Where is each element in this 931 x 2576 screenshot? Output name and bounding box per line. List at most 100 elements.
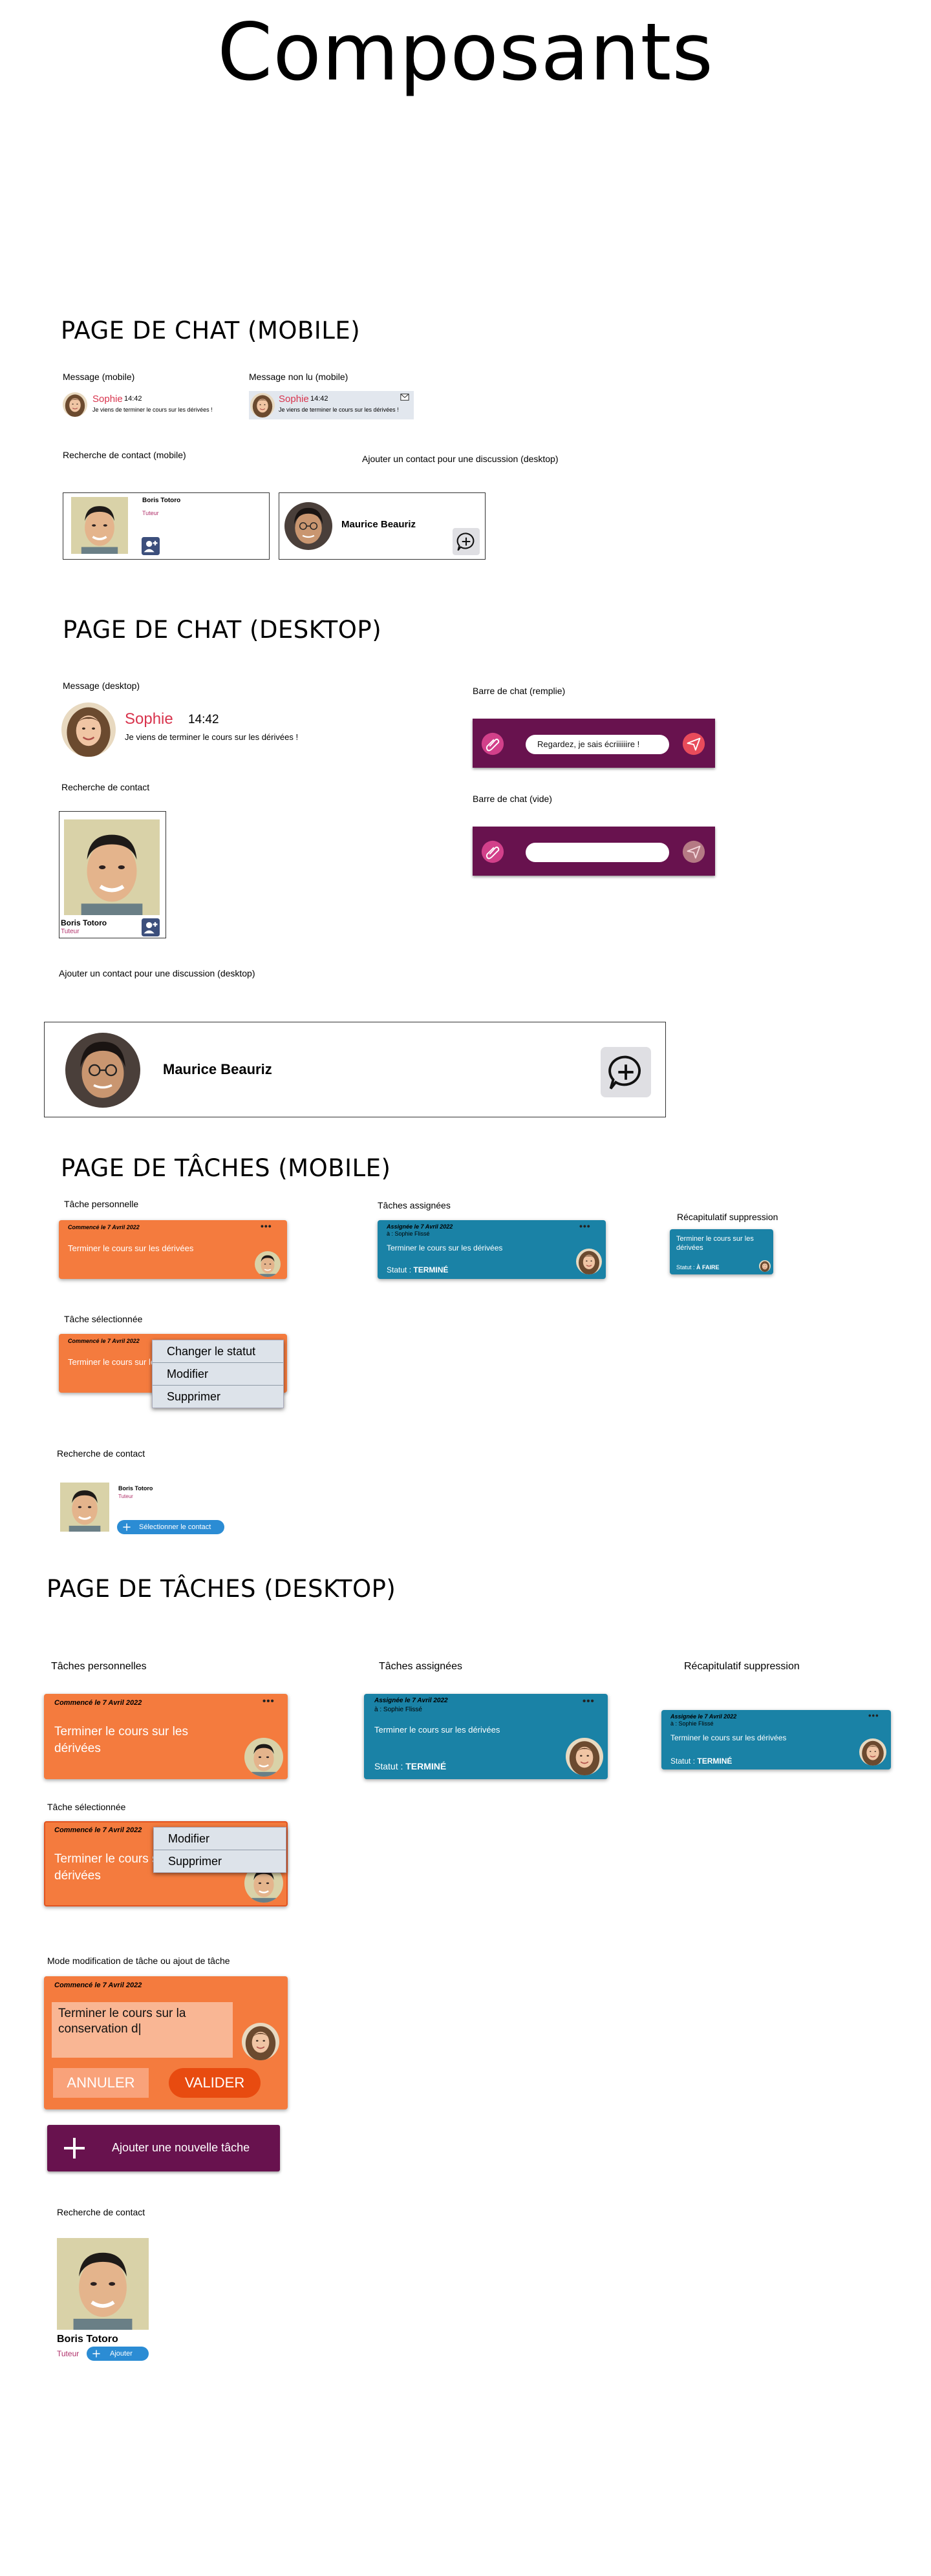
contact-role: Tuteur — [118, 1494, 133, 1499]
menu-item-edit[interactable]: Modifier — [154, 1828, 286, 1850]
add-contact-icon[interactable] — [142, 537, 160, 555]
add-contact-card-desktop[interactable]: Maurice Beauriz — [44, 1022, 666, 1117]
add-chat-icon[interactable] — [601, 1047, 651, 1097]
sender-name: Sophie — [92, 394, 123, 405]
add-contact-button[interactable]: Ajouter — [87, 2347, 149, 2361]
task-card-assigned-desktop[interactable]: Assignée le 7 Avril 2022 à : Sophie Flis… — [364, 1694, 608, 1779]
chat-message-unread-mobile[interactable]: Sophie 14:42 Je viens de terminer le cou… — [249, 391, 414, 419]
section-title-chat-mobile: PAGE DE CHAT (MOBILE) — [61, 317, 361, 344]
menu-item-delete[interactable]: Supprimer — [153, 1386, 283, 1408]
contact-card-desktop[interactable]: Boris Totoro Tuteur — [59, 811, 166, 938]
chat-input[interactable]: Regardez, je sais écriiiiiire ! — [526, 735, 669, 754]
label-contact-search-desktop: Recherche de contact — [57, 2207, 145, 2217]
menu-item-change-status[interactable]: Changer le statut — [153, 1340, 283, 1363]
add-task-button[interactable]: Ajouter une nouvelle tâche — [47, 2125, 280, 2171]
label-edit-mode: Mode modification de tâche ou ajout de t… — [47, 1956, 230, 1966]
label-summary: Récapitulatif suppression — [677, 1212, 778, 1222]
label-bar-filled: Barre de chat (remplie) — [473, 686, 566, 696]
task-card-assigned-mobile[interactable]: Assignée le 7 Avril 2022 à : Sophie Flis… — [378, 1220, 606, 1279]
status-value: TERMINÉ — [405, 1761, 447, 1771]
avatar — [566, 1738, 603, 1775]
status-label: Statut : — [670, 1757, 698, 1766]
task-card-personal-mobile[interactable]: Commencé le 7 Avril 2022 ••• Terminer le… — [59, 1220, 287, 1279]
task-assignee: à : Sophie Flissé — [374, 1706, 422, 1713]
avatar — [759, 1260, 771, 1272]
context-menu-mobile: Changer le statut Modifier Supprimer — [152, 1340, 284, 1408]
button-label: Ajouter — [110, 2350, 133, 2358]
avatar — [284, 502, 332, 550]
task-text: Terminer le cours sur les dérivées — [387, 1243, 503, 1252]
chat-message-desktop[interactable]: Sophie 14:42 Je viens de terminer le cou… — [61, 702, 333, 761]
avatar — [71, 497, 128, 554]
mail-icon — [400, 394, 409, 401]
avatar — [65, 1033, 140, 1108]
validate-button[interactable]: VALIDER — [169, 2068, 261, 2098]
task-card-summary-mobile[interactable]: Terminer le cours sur les dérivées Statu… — [670, 1229, 773, 1274]
section-title-tasks-desktop: PAGE DE TÂCHES (DESKTOP) — [47, 1575, 396, 1603]
contact-card-mobile[interactable]: Boris Totoro Tuteur — [63, 492, 270, 560]
plus-icon — [122, 1523, 131, 1532]
contact-role: Tuteur — [142, 510, 159, 516]
task-status: Statut : TERMINÉ — [374, 1761, 446, 1771]
label-contact-search: Recherche de contact — [61, 782, 150, 792]
contact-role: Tuteur — [61, 928, 80, 935]
contact-name: Boris Totoro — [57, 2334, 118, 2345]
select-contact-button[interactable]: Sélectionner le contact — [117, 1520, 224, 1534]
label-contact-search-tasks-mobile: Recherche de contact — [57, 1448, 145, 1459]
menu-item-delete[interactable]: Supprimer — [154, 1850, 286, 1872]
more-icon[interactable]: ••• — [583, 1696, 595, 1706]
add-contact-icon[interactable] — [142, 918, 160, 936]
chat-message-mobile[interactable]: Sophie 14:42 Je viens de terminer le cou… — [63, 391, 237, 419]
avatar — [859, 1738, 886, 1766]
task-date: Commencé le 7 Avril 2022 — [54, 1826, 142, 1834]
task-status: Statut : À FAIRE — [676, 1264, 720, 1271]
plus-icon — [92, 2349, 101, 2358]
more-icon[interactable]: ••• — [579, 1221, 591, 1230]
paperclip-icon[interactable] — [480, 839, 505, 864]
label-personal-task: Tâche personnelle — [64, 1199, 139, 1209]
task-date: Commencé le 7 Avril 2022 — [68, 1338, 140, 1344]
cancel-button[interactable]: ANNULER — [53, 2068, 149, 2098]
contact-role: Tuteur — [57, 2349, 80, 2358]
context-menu-desktop: Modifier Supprimer — [153, 1827, 286, 1873]
label-selected-task: Tâche sélectionnée — [64, 1314, 143, 1324]
label-personal-tasks: Tâches personnelles — [51, 1661, 147, 1672]
label-unread-mobile: Message non lu (mobile) — [249, 372, 348, 382]
contact-name: Boris Totoro — [61, 918, 107, 927]
task-edit-input[interactable]: Terminer le cours sur la conservation d| — [52, 2002, 233, 2058]
label-contact-search-mobile: Recherche de contact (mobile) — [63, 450, 186, 460]
task-card-personal-desktop[interactable]: Commencé le 7 Avril 2022 ••• Terminer le… — [44, 1694, 288, 1779]
button-label: Ajouter une nouvelle tâche — [112, 2141, 250, 2154]
chat-input[interactable] — [526, 843, 669, 862]
task-card-summary-desktop[interactable]: Assignée le 7 Avril 2022 à : Sophie Flis… — [661, 1710, 891, 1769]
more-icon[interactable]: ••• — [868, 1711, 879, 1720]
label-message-desktop: Message (desktop) — [63, 681, 140, 691]
task-text: Terminer le cours sur les dérivées — [374, 1725, 500, 1735]
send-icon[interactable] — [681, 732, 706, 756]
menu-item-edit[interactable]: Modifier — [153, 1363, 283, 1386]
avatar — [57, 2238, 149, 2330]
label-selected-task-desktop: Tâche sélectionnée — [47, 1802, 126, 1812]
more-icon[interactable]: ••• — [261, 1221, 272, 1230]
label-assigned-tasks-desktop: Tâches assignées — [379, 1661, 462, 1672]
task-text: Terminer le cours sur les dérivées — [670, 1733, 787, 1742]
label-summary-desktop: Récapitulatif suppression — [684, 1661, 800, 1672]
message-time: 14:42 — [188, 713, 219, 726]
task-status: Statut : TERMINÉ — [670, 1757, 732, 1766]
paperclip-icon[interactable] — [480, 732, 505, 756]
status-label: Statut : — [676, 1264, 697, 1271]
chat-bar-filled: Regardez, je sais écriiiiiire ! — [473, 719, 715, 768]
add-contact-card[interactable]: Maurice Beauriz — [279, 492, 486, 560]
label-message-mobile: Message (mobile) — [63, 372, 135, 382]
more-icon[interactable]: ••• — [262, 1696, 275, 1706]
status-value: TERMINÉ — [697, 1757, 733, 1766]
message-time: 14:42 — [310, 395, 328, 403]
task-date: Commencé le 7 Avril 2022 — [54, 1981, 142, 1989]
add-chat-icon[interactable] — [453, 528, 480, 555]
task-text: Terminer le cours sur les dérivées — [68, 1243, 194, 1253]
avatar — [61, 702, 116, 757]
send-icon[interactable] — [681, 839, 706, 864]
task-card-edit[interactable]: Commencé le 7 Avril 2022 Terminer le cou… — [44, 1976, 288, 2109]
status-value: À FAIRE — [696, 1264, 720, 1271]
contact-row-mobile: Boris Totoro Tuteur Sélectionner le cont… — [60, 1483, 228, 1534]
